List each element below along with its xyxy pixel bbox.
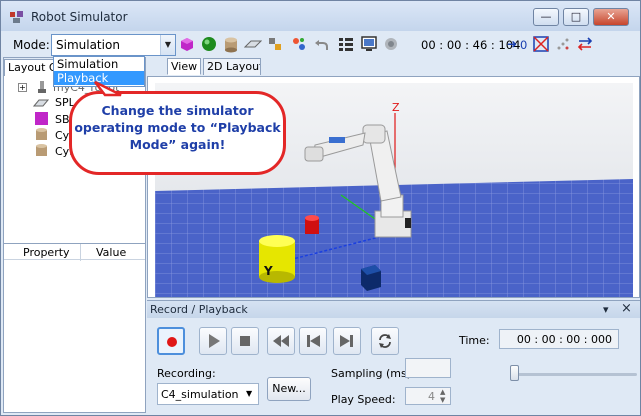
time-label: Time:	[459, 334, 490, 347]
stop-button[interactable]	[231, 327, 259, 355]
rewind-button[interactable]	[267, 327, 295, 355]
blue-box[interactable]	[361, 265, 381, 291]
record-dot-icon	[167, 337, 177, 347]
red-cylinder[interactable]	[305, 215, 319, 234]
arrow-right-icon[interactable]: ➜	[507, 37, 517, 51]
expand-icon[interactable]: +	[18, 83, 27, 92]
undo-icon[interactable]	[313, 35, 331, 53]
property-grid-header: Property Value	[4, 243, 145, 261]
new-recording-button[interactable]: New...	[267, 377, 311, 401]
cylinder-icon[interactable]	[222, 35, 240, 53]
skip-start-icon	[307, 335, 320, 347]
playback-slider-track[interactable]	[513, 373, 637, 376]
chevron-down-icon[interactable]: ▼	[160, 35, 175, 55]
title-bar: Robot Simulator — □ ✕	[1, 1, 640, 31]
cylinder-icon	[36, 128, 47, 140]
sampling-label: Sampling (ms):	[331, 367, 415, 380]
column-value[interactable]: Value	[96, 246, 126, 259]
recording-label: Recording:	[157, 367, 216, 380]
play-speed-value: 4	[428, 390, 435, 403]
view-tab-strip: View 2D Layout	[147, 57, 640, 77]
skip-end-icon	[340, 335, 353, 347]
window-title: Robot Simulator	[31, 10, 128, 24]
tab-3d-view[interactable]: View	[167, 58, 201, 75]
arrow-value: 0	[520, 38, 528, 52]
plane-icon[interactable]	[244, 35, 262, 53]
tab-layout-objects[interactable]: Layout O	[4, 59, 54, 76]
skip-start-button[interactable]	[299, 327, 327, 355]
column-property[interactable]: Property	[23, 246, 70, 259]
recording-select[interactable]: C4_simulation ▼	[157, 383, 259, 405]
sphere-icon[interactable]	[200, 35, 218, 53]
app-icon	[10, 11, 23, 23]
loop-button[interactable]	[371, 327, 399, 355]
main-window: Robot Simulator — □ ✕ Mode: Simulation ▼…	[0, 0, 641, 416]
recording-select-value: C4_simulation	[161, 388, 239, 401]
pick-icon[interactable]	[290, 35, 308, 53]
playback-slider-thumb[interactable]	[510, 365, 519, 381]
mode-select-value: Simulation	[56, 38, 120, 52]
mode-select[interactable]: Simulation ▼	[51, 34, 176, 56]
skip-end-button[interactable]	[333, 327, 361, 355]
cylinder-icon	[36, 144, 47, 156]
close-icon[interactable]: ×	[621, 301, 632, 316]
maximize-button[interactable]: □	[563, 8, 589, 26]
robot-icon	[38, 81, 46, 93]
new-recording-label: New...	[272, 382, 306, 395]
monitor-icon[interactable]	[360, 35, 378, 53]
plane-icon	[33, 99, 49, 107]
play-speed-spinner[interactable]: 4 ▲ ▼	[405, 387, 451, 405]
box-icon	[35, 112, 48, 125]
rewind-icon	[273, 335, 289, 347]
dropdown-option-simulation[interactable]: Simulation	[54, 57, 144, 71]
frame-icon[interactable]	[532, 35, 550, 53]
simulation-time: 00 : 00 : 46 : 104	[421, 38, 521, 52]
record-playback-panel: Record / Playback ▾ × Time: 00 : 00 : 00…	[147, 300, 640, 415]
play-speed-label: Play Speed:	[331, 393, 396, 406]
axis-y-label: Y	[263, 264, 273, 278]
time-display: 00 : 00 : 00 : 000	[499, 329, 619, 349]
stop-icon	[240, 336, 250, 346]
swap-icon[interactable]	[576, 35, 594, 53]
dots-icon[interactable]	[554, 35, 572, 53]
spinner-arrows-icon[interactable]: ▲ ▼	[440, 388, 445, 404]
mode-label: Mode:	[13, 38, 50, 52]
drag-icon[interactable]	[266, 35, 284, 53]
minimize-button[interactable]: —	[533, 8, 559, 26]
callout-pointer	[94, 81, 122, 97]
camera-icon[interactable]	[382, 35, 400, 53]
chevron-down-icon[interactable]: ▼	[246, 389, 252, 398]
column-divider	[80, 244, 81, 261]
sampling-input[interactable]	[405, 358, 451, 378]
tab-2d-layout[interactable]: 2D Layout	[203, 58, 261, 75]
record-panel-header: Record / Playback ▾ ×	[147, 301, 640, 318]
box-icon[interactable]	[178, 35, 196, 53]
axis-z-label: Z	[392, 101, 400, 114]
time-display-value: 00 : 00 : 00 : 000	[516, 333, 612, 346]
instruction-callout: Change the simulator operating mode to “…	[69, 91, 286, 175]
pin-icon[interactable]: ▾	[603, 303, 609, 316]
grid-icon[interactable]	[337, 35, 355, 53]
play-icon	[209, 334, 220, 348]
refresh-icon	[379, 334, 391, 348]
close-button[interactable]: ✕	[593, 8, 629, 26]
play-button[interactable]	[199, 327, 227, 355]
record-panel-title: Record / Playback	[150, 303, 248, 316]
record-button[interactable]	[157, 327, 185, 355]
